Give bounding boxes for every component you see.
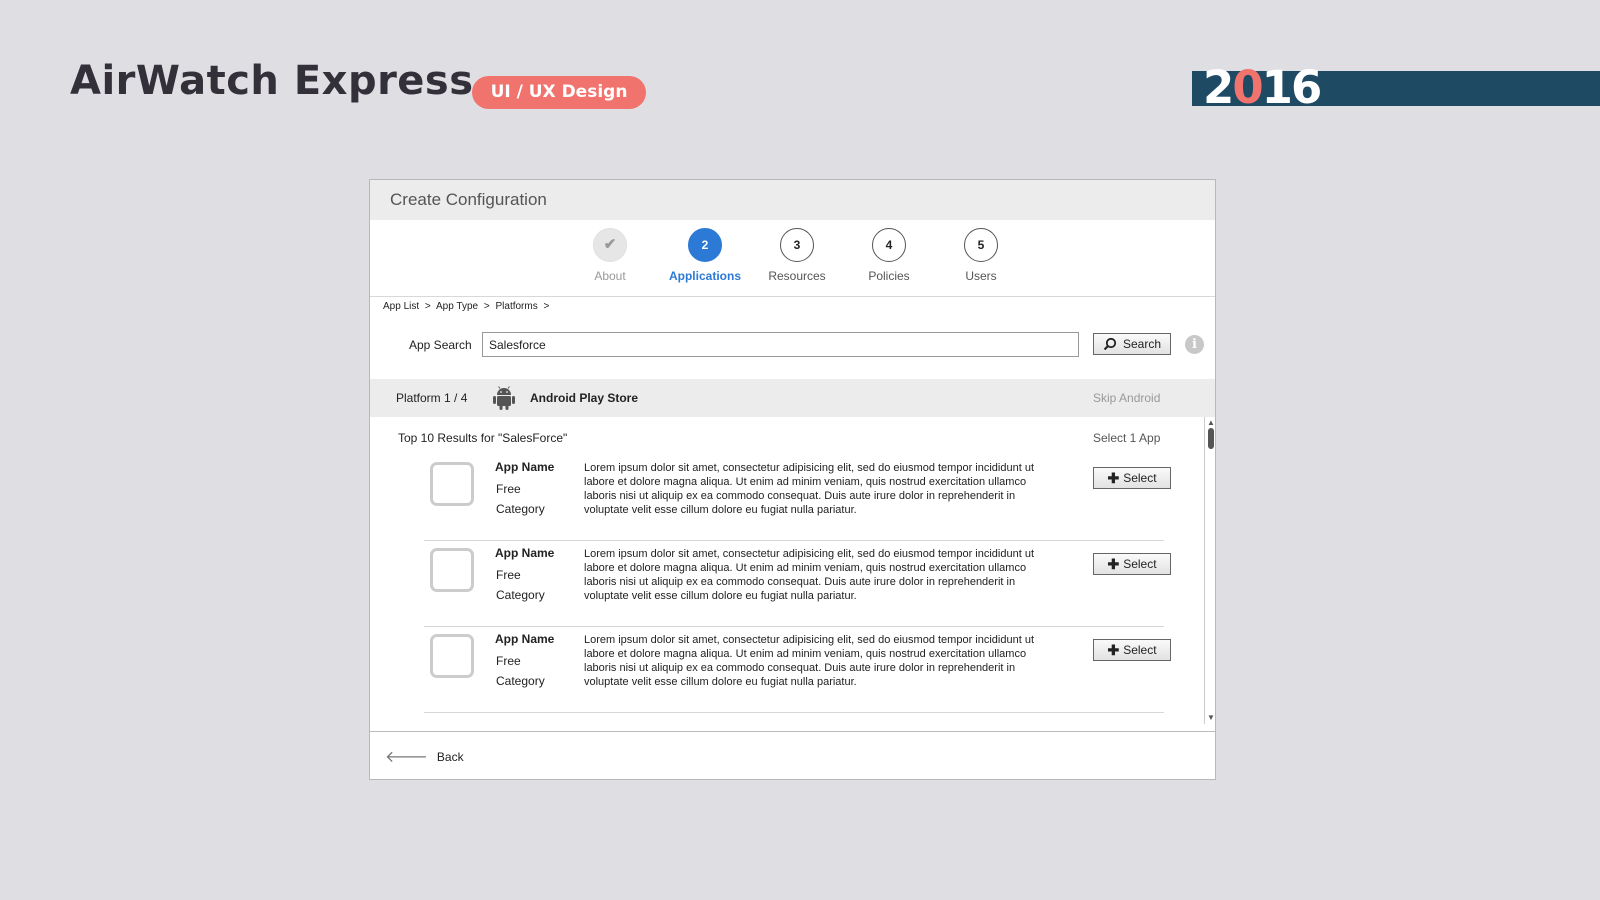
year-digit: 6 [1290,61,1322,114]
app-name: App Name [495,460,555,474]
year-digit: 0 [1232,61,1263,114]
app-price: Free [496,568,521,582]
select-button-label: Select [1123,643,1157,657]
breadcrumb-platforms[interactable]: Platforms [495,301,537,312]
app-price: Free [496,482,521,496]
app-description: Lorem ipsum dolor sit amet, consectetur … [584,462,1035,516]
step-number: 2 [688,228,722,262]
search-button-label: Search [1122,337,1162,351]
year-label: 2016 [1203,61,1322,114]
app-category: Category [496,502,545,516]
android-icon [493,386,515,410]
step-label: About [594,269,626,283]
platform-count: Platform 1 / 4 [396,391,468,405]
back-label: Back [436,749,464,764]
select-button[interactable]: ✚ Select [1093,467,1171,489]
divider [370,296,1215,297]
plus-icon: ✚ [1107,641,1120,658]
breadcrumb-app-list[interactable]: App List [383,301,419,312]
scroll-thumb[interactable] [1208,428,1214,449]
step-applications[interactable]: 2 Applications [655,228,755,283]
step-number: 4 [872,228,906,262]
select-button[interactable]: ✚ Select [1093,553,1171,575]
select-button-label: Select [1123,471,1157,485]
app-description: Lorem ipsum dolor sit amet, consectetur … [584,548,1035,602]
step-policies[interactable]: 4 Policies [839,228,939,283]
app-name: App Name [495,632,555,646]
app-category: Category [496,674,545,688]
create-configuration-window: Create Configuration ✔ About 2 Applicati… [369,179,1216,780]
platform-name: Android Play Store [530,391,639,405]
app-description: Lorem ipsum dolor sit amet, consectetur … [584,634,1035,688]
step-resources[interactable]: 3 Resources [747,228,847,283]
step-number: 5 [964,228,998,262]
row-divider [424,712,1164,713]
year-digit: 1 [1261,61,1293,114]
plus-icon: ✚ [1107,555,1120,572]
window-title: Create Configuration [370,180,1215,220]
breadcrumb-separator: > [543,301,550,312]
select-button[interactable]: ✚ Select [1093,639,1171,661]
select-button-label: Select [1123,557,1157,571]
app-category: Category [496,588,545,602]
search-label: App Search [409,338,472,352]
search-input[interactable] [482,332,1079,357]
app-icon-placeholder [430,462,474,506]
wizard-stepper: ✔ About 2 Applications 3 Resources 4 Pol… [370,220,1215,297]
breadcrumb-separator: > [483,301,490,312]
search-button[interactable]: Search [1093,333,1171,355]
app-name: App Name [495,546,555,560]
skip-android-link[interactable]: Skip Android [1093,391,1160,405]
year-digit: 2 [1203,61,1234,114]
check-icon: ✔ [593,228,627,262]
step-label: Applications [668,269,741,283]
footer-divider [370,731,1215,732]
app-price: Free [496,654,521,668]
step-number: 3 [780,228,814,262]
info-icon[interactable]: i [1185,335,1204,354]
app-icon-placeholder [430,548,474,592]
list-item: App Name Free Category Lorem ipsum dolor… [370,455,1204,541]
results-list: App Name Free Category Lorem ipsum dolor… [370,455,1204,713]
back-arrow-icon: 🡐 [385,749,428,766]
search-icon [1103,337,1117,351]
plus-icon: ✚ [1107,469,1120,486]
platform-bar: Platform 1 / 4 Android Play Store Skip A… [370,379,1215,417]
breadcrumb: App List > App Type > Platforms > [383,301,552,312]
step-about[interactable]: ✔ About [560,228,660,283]
brand-badge: UI / UX Design [472,76,646,109]
scroll-down-arrow-icon[interactable]: ▼ [1207,714,1215,722]
brand-title: AirWatch Express [70,58,474,104]
app-icon-placeholder [430,634,474,678]
step-label: Resources [768,269,826,283]
back-button[interactable]: 🡐 Back [385,746,464,767]
step-label: Policies [868,269,910,283]
scroll-up-arrow-icon[interactable]: ▲ [1207,419,1215,427]
list-item: App Name Free Category Lorem ipsum dolor… [370,541,1204,627]
step-label: Users [965,269,997,283]
results-title: Top 10 Results for "SalesForce" [398,431,568,445]
step-users[interactable]: 5 Users [931,228,1031,283]
breadcrumb-app-type[interactable]: App Type [436,301,478,312]
breadcrumb-separator: > [424,301,431,312]
list-item: App Name Free Category Lorem ipsum dolor… [370,627,1204,713]
select-count: Select 1 App [1093,431,1161,445]
results-scrollbar[interactable]: ▲ ▼ [1204,417,1215,724]
